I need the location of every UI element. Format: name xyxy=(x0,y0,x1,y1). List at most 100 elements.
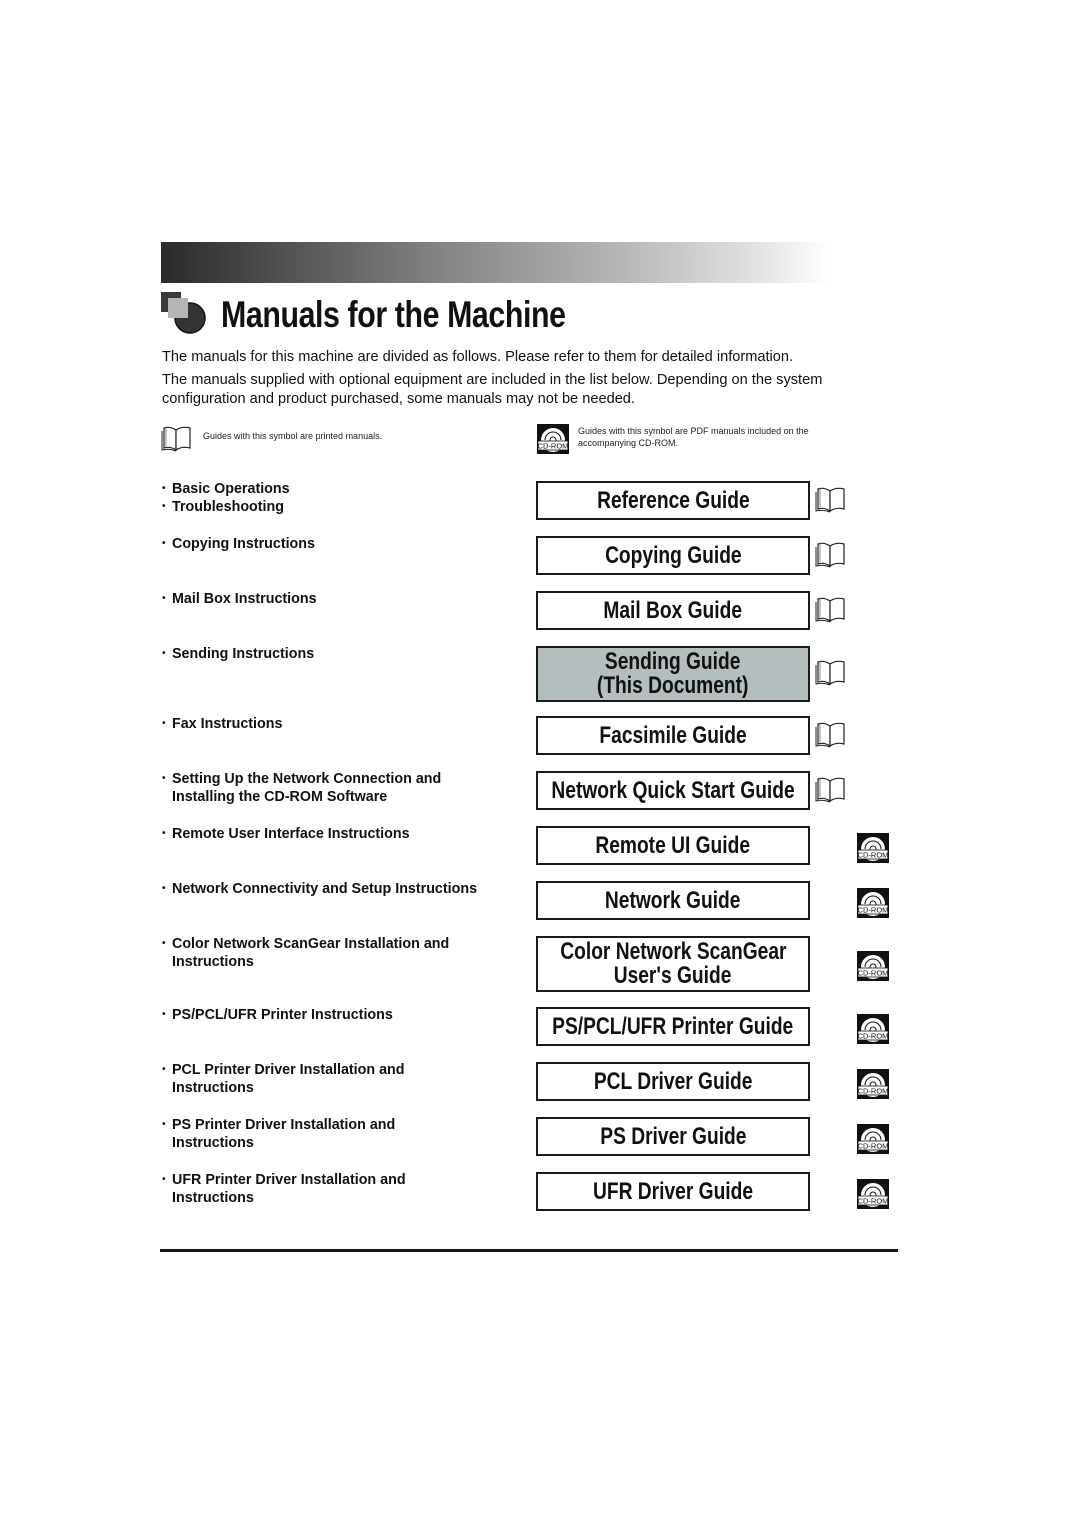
cd-rom-label: CD-ROM xyxy=(858,1031,889,1040)
guide-title: Network Quick Start Guide xyxy=(551,776,795,804)
guide-title: Color Network ScanGear xyxy=(559,938,787,965)
description-text: PS Printer Driver Installation and xyxy=(172,1117,396,1133)
legend-cdrom-text: Guides with this symbol are PDF manuals … xyxy=(578,425,809,449)
printed-manual-icon xyxy=(815,722,845,747)
description-text: Copying Instructions xyxy=(172,536,315,552)
guide-title: (This Document) xyxy=(597,672,749,699)
guide-box[interactable]: Remote UI Guide xyxy=(536,826,810,865)
cd-rom-icon: CD-ROM xyxy=(857,832,889,863)
manual-description: • Basic Operations • Troubleshooting xyxy=(162,480,290,516)
bullet-icon: • xyxy=(162,501,166,512)
description-text: Instructions xyxy=(172,1190,254,1206)
intro-text-1: The manuals for this machine are divided… xyxy=(162,349,794,365)
guide-title: PCL Driver Guide xyxy=(593,1067,753,1095)
description-text: PS/PCL/UFR Printer Instructions xyxy=(172,1007,393,1023)
description-text: PCL Printer Driver Installation and xyxy=(172,1062,405,1078)
guide-title: Mail Box Guide xyxy=(603,596,743,624)
guide-box[interactable]: Facsimile Guide xyxy=(536,716,810,755)
description-text: Sending Instructions xyxy=(172,646,315,662)
cd-rom-label: CD-ROM xyxy=(858,969,889,978)
cd-rom-icon: CD-ROM xyxy=(857,1068,889,1099)
guide-title: PS/PCL/UFR Printer Guide xyxy=(552,1012,794,1040)
guide-title: Remote UI Guide xyxy=(595,831,751,859)
manual-description: • UFR Printer Driver Installation and Inst… xyxy=(162,1171,406,1207)
bullet-icon: • xyxy=(162,718,166,729)
intro-text-2: The manuals supplied with optional equip… xyxy=(162,372,823,388)
footer-rule xyxy=(160,1249,898,1252)
cd-rom-icon: CD-ROM xyxy=(857,1013,889,1044)
printed-manual-icon xyxy=(815,597,845,622)
description-text: Instructions xyxy=(172,1080,254,1096)
guide-box[interactable]: Network Quick Start Guide xyxy=(536,771,810,810)
guide-box[interactable]: Network Guide xyxy=(536,881,810,920)
guide-title: Reference Guide xyxy=(596,486,750,514)
bullet-icon: • xyxy=(162,648,166,659)
cd-rom-icon: CD-ROM xyxy=(857,1178,889,1209)
manual-description: • Fax Instructions xyxy=(162,715,282,733)
description-text: Fax Instructions xyxy=(172,716,283,732)
description-text: Basic Operations xyxy=(172,481,290,497)
bullet-icon: • xyxy=(162,483,166,494)
header-gradient-band xyxy=(161,242,829,283)
manual-description: • PS Printer Driver Installation and Instr… xyxy=(162,1116,395,1152)
legend-cdrom-line-1: Guides with this symbol are PDF manuals … xyxy=(578,426,809,436)
cd-rom-icon: CD-ROM xyxy=(857,1123,889,1154)
cd-rom-icon: CD-ROM xyxy=(857,887,889,918)
guide-title: PS Driver Guide xyxy=(599,1122,747,1150)
cd-rom-label: CD-ROM xyxy=(858,1196,889,1205)
guide-box[interactable]: Mail Box Guide xyxy=(536,591,810,630)
guide-box[interactable]: Color Network ScanGear User's Guide xyxy=(536,936,810,992)
bullet-icon: • xyxy=(162,1064,166,1075)
manual-description: • Remote User Interface Instructions xyxy=(162,825,410,843)
cd-rom-label: CD-ROM xyxy=(538,442,569,451)
bullet-icon: • xyxy=(162,828,166,839)
bullet-icon: • xyxy=(162,593,166,604)
description-text: Instructions xyxy=(172,1135,254,1151)
guide-title: Facsimile Guide xyxy=(599,721,747,749)
description-text: Remote User Interface Instructions xyxy=(172,826,410,842)
guide-box[interactable]: PS Driver Guide xyxy=(536,1117,810,1156)
page-title: Manuals for the Machine xyxy=(221,294,566,335)
cd-rom-label: CD-ROM xyxy=(858,1086,889,1095)
section-bullet-icon xyxy=(161,292,206,334)
bullet-icon: • xyxy=(162,938,166,949)
manual-description: • Mail Box Instructions xyxy=(162,590,317,608)
guide-box[interactable]: UFR Driver Guide xyxy=(536,1172,810,1211)
printed-manual-icon xyxy=(815,542,845,567)
manual-description: • PS/PCL/UFR Printer Instructions xyxy=(162,1006,393,1024)
guide-box[interactable]: Reference Guide xyxy=(536,481,810,520)
guide-box[interactable]: Copying Guide xyxy=(536,536,810,575)
description-text: Color Network ScanGear Installation and xyxy=(172,936,450,952)
bullet-icon: • xyxy=(162,773,166,784)
manual-description: • Color Network ScanGear Installation and… xyxy=(162,935,449,971)
description-text: Instructions xyxy=(172,954,254,970)
manual-description: • Sending Instructions xyxy=(162,645,314,663)
guide-box[interactable]: PCL Driver Guide xyxy=(536,1062,810,1101)
bullet-icon: • xyxy=(162,883,166,894)
printed-manual-icon xyxy=(815,487,845,512)
legend-printed-text: Guides with this symbol are printed manu… xyxy=(203,431,383,441)
cd-rom-label: CD-ROM xyxy=(858,905,889,914)
description-text: Mail Box Instructions xyxy=(172,591,317,607)
cd-rom-icon: CD-ROM xyxy=(857,951,889,981)
guide-box[interactable]: Sending Guide (This Document) xyxy=(536,646,810,702)
intro-text-3: configuration and product purchased, som… xyxy=(162,391,635,407)
description-text: Setting Up the Network Connection and xyxy=(172,771,442,787)
manual-description: • Setting Up the Network Connection and In… xyxy=(162,770,441,806)
description-text: Troubleshooting xyxy=(172,499,284,515)
guide-title: UFR Driver Guide xyxy=(592,1177,754,1205)
bullet-icon: • xyxy=(162,1174,166,1185)
printed-manual-icon xyxy=(161,426,191,452)
cd-rom-label: CD-ROM xyxy=(858,850,889,859)
guide-box[interactable]: PS/PCL/UFR Printer Guide xyxy=(536,1007,810,1046)
bullet-icon: • xyxy=(162,1009,166,1020)
description-text: Network Connectivity and Setup Instructi… xyxy=(172,881,478,897)
description-text: Installing the CD-ROM Software xyxy=(172,789,388,805)
cd-rom-label: CD-ROM xyxy=(858,1141,889,1150)
guide-title: User's Guide xyxy=(614,962,732,989)
cd-rom-icon: CD-ROM xyxy=(537,424,569,454)
printed-manual-icon xyxy=(815,777,845,802)
legend-cdrom-line-2: accompanying CD-ROM. xyxy=(578,438,679,448)
bullet-icon: • xyxy=(162,538,166,549)
guide-title: Sending Guide xyxy=(605,648,741,675)
